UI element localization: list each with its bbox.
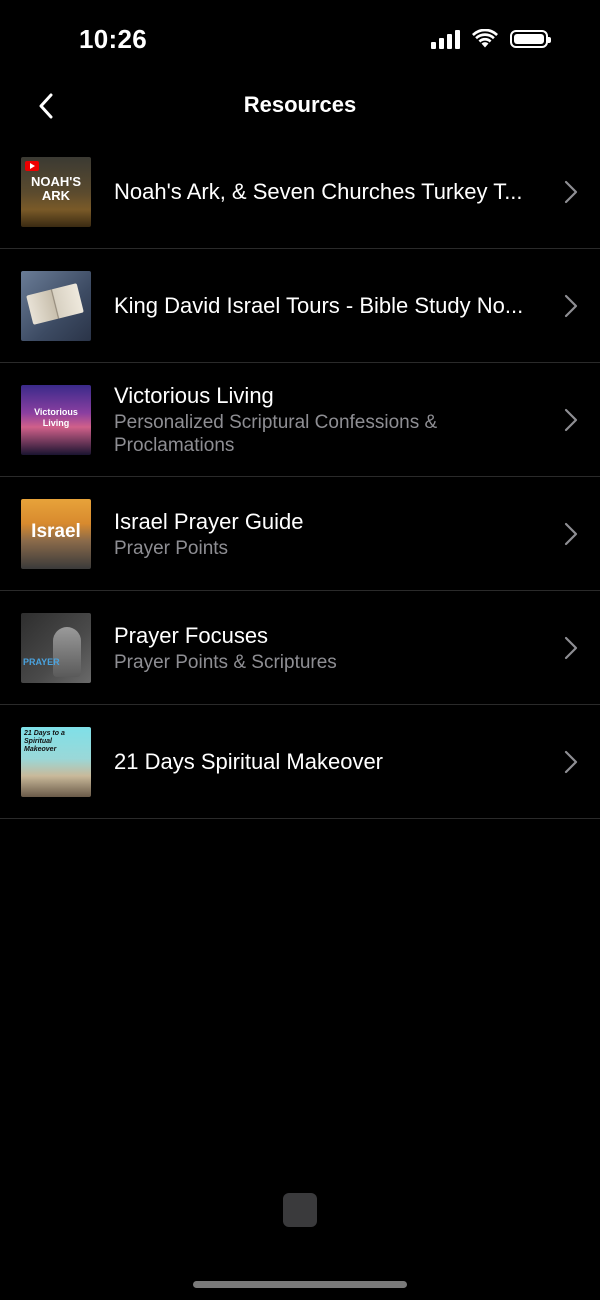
home-indicator[interactable] <box>193 1281 407 1288</box>
thumbnail-text: 21 Days to a Spiritual Makeover <box>24 729 65 753</box>
thumbnail-text: NOAH'S ARK <box>30 173 82 203</box>
row-text: 21 Days Spiritual Makeover <box>114 748 544 776</box>
cellular-signal-icon <box>431 29 460 49</box>
row-subtitle: Personalized Scriptural Confessions & Pr… <box>114 412 438 456</box>
open-bible-image <box>26 282 84 325</box>
victorious-living-thumbnail: Victorious Living <box>21 384 91 455</box>
chevron-right-icon <box>564 636 578 659</box>
resource-list: NOAH'S ARK Noah's Ark, & Seven Churches … <box>0 135 600 819</box>
resource-row-israel-prayer-guide[interactable]: Israel Israel Prayer Guide Prayer Points <box>0 477 600 591</box>
wifi-icon <box>472 29 498 48</box>
noahs-ark-thumbnail: NOAH'S ARK <box>21 156 91 227</box>
floating-action-square[interactable] <box>283 1193 317 1227</box>
chevron-right-icon <box>564 294 578 317</box>
row-title: Noah's Ark, & Seven Churches Turkey T... <box>114 178 523 204</box>
row-title: Victorious Living <box>114 383 274 408</box>
row-text: Victorious Living Personalized Scriptura… <box>114 382 544 457</box>
king-david-thumbnail <box>21 270 91 341</box>
play-badge-icon <box>25 160 39 171</box>
battery-icon <box>510 30 551 48</box>
resource-row-king-david[interactable]: King David Israel Tours - Bible Study No… <box>0 249 600 363</box>
thumbnail-text: PRAYER <box>23 656 60 667</box>
navigation-bar: Resources <box>0 80 600 132</box>
thumbnail-text: Victorious Living <box>34 406 78 428</box>
resource-row-21-days[interactable]: 21 Days to a Spiritual Makeover 21 Days … <box>0 705 600 819</box>
chevron-right-icon <box>564 750 578 773</box>
row-text: Prayer Focuses Prayer Points & Scripture… <box>114 622 544 674</box>
resource-row-prayer-focuses[interactable]: PRAYER Prayer Focuses Prayer Points & Sc… <box>0 591 600 705</box>
chevron-right-icon <box>564 408 578 431</box>
row-text: Israel Prayer Guide Prayer Points <box>114 508 544 560</box>
row-title: King David Israel Tours - Bible Study No… <box>114 292 524 318</box>
21-days-thumbnail: 21 Days to a Spiritual Makeover <box>21 726 91 797</box>
status-bar: 10:26 <box>0 0 600 80</box>
portrait-image <box>53 626 81 677</box>
row-subtitle: Prayer Points <box>114 537 229 559</box>
row-subtitle: Prayer Points & Scriptures <box>114 651 337 673</box>
row-text: Noah's Ark, & Seven Churches Turkey T... <box>114 178 544 206</box>
row-title: Israel Prayer Guide <box>114 508 304 534</box>
prayer-focuses-thumbnail: PRAYER <box>21 612 91 683</box>
row-title: Prayer Focuses <box>114 622 269 648</box>
resource-row-victorious-living[interactable]: Victorious Living Victorious Living Pers… <box>0 363 600 477</box>
thumbnail-text: Israel <box>31 520 81 542</box>
israel-prayer-guide-thumbnail: Israel <box>21 498 91 569</box>
status-icons <box>431 29 551 49</box>
status-time: 10:26 <box>79 24 147 54</box>
row-text: King David Israel Tours - Bible Study No… <box>114 292 544 320</box>
resource-row-noahs-ark[interactable]: NOAH'S ARK Noah's Ark, & Seven Churches … <box>0 135 600 249</box>
row-title: 21 Days Spiritual Makeover <box>114 748 384 774</box>
page-title: Resources <box>243 92 357 117</box>
chevron-right-icon <box>564 180 578 203</box>
chevron-right-icon <box>564 522 578 545</box>
